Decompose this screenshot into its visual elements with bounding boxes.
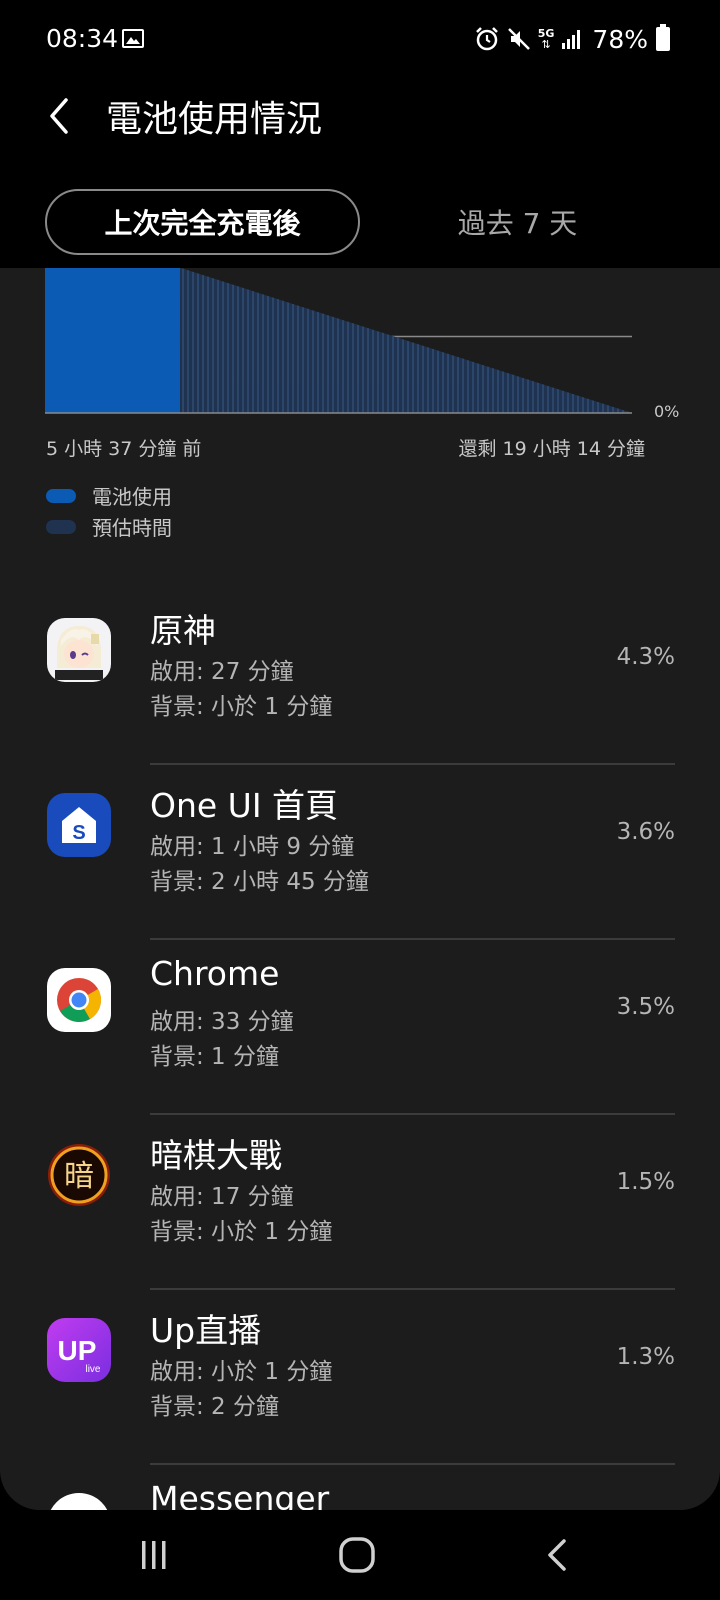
- app-usage-percent: 4.3%: [616, 644, 675, 670]
- app-usage-percent: 1.5%: [616, 1169, 675, 1195]
- chart-series-battery-usage: [45, 268, 181, 413]
- legend-label-battery-usage: 電池使用: [92, 485, 172, 509]
- page-title: 電池使用情況: [106, 99, 323, 140]
- battery-panel: 0% 5 小時 37 分鐘 前 還剩 19 小時 14 分鐘 電池使用 預估時間: [0, 268, 720, 1510]
- home-icon: [339, 1537, 375, 1573]
- messenger-icon: [47, 1493, 111, 1510]
- back-button[interactable]: [40, 88, 86, 144]
- home-button[interactable]: [327, 1532, 387, 1578]
- legend-item-estimated-time: 預估時間: [46, 511, 172, 542]
- period-tabs: 上次完全充電後 過去 7 天: [0, 185, 720, 265]
- app-name: 原神: [150, 611, 216, 650]
- app-usage-percent: 3.5%: [616, 994, 675, 1020]
- dark-chess-char: 暗: [64, 1159, 94, 1194]
- back-arrow-icon: [50, 98, 68, 134]
- app-name: Up直播: [150, 1311, 262, 1350]
- app-usage-percent: 1.3%: [616, 1344, 675, 1370]
- oneui-home-icon: S: [47, 793, 111, 857]
- back-nav-icon: [548, 1539, 566, 1571]
- app-usage-list: 原神 啟用: 27 分鐘 背景: 小於 1 分鐘 4.3% S One UI 首…: [0, 590, 720, 1510]
- app-name: Messenger: [150, 1479, 330, 1510]
- app-active-time: 啟用: 27 分鐘: [150, 659, 294, 685]
- legend-swatch-estimated-time: [46, 519, 76, 534]
- chart-start-label: 5 小時 37 分鐘 前: [46, 438, 202, 460]
- gallery-notification-icon: [122, 29, 144, 48]
- battery-percent: 78%: [592, 24, 648, 54]
- app-name: Chrome: [150, 954, 280, 993]
- recent-apps-button[interactable]: [124, 1532, 184, 1578]
- tab-since-last-charge[interactable]: 上次完全充電後: [45, 189, 360, 255]
- list-item[interactable]: 原神 啟用: 27 分鐘 背景: 小於 1 分鐘 4.3%: [0, 590, 720, 765]
- back-nav-button[interactable]: [528, 1532, 588, 1578]
- battery-icon: [656, 24, 670, 51]
- app-active-time: 啟用: 17 分鐘: [150, 1184, 294, 1210]
- chart-legend: 電池使用 預估時間: [46, 480, 172, 542]
- battery-chart-svg: [45, 268, 632, 414]
- status-bar: 08:34 5G ⇅ 78%: [0, 0, 720, 80]
- uplive-text: UP: [58, 1335, 97, 1366]
- legend-item-battery-usage: 電池使用: [46, 480, 172, 511]
- list-item[interactable]: 暗 暗棋大戰 啟用: 17 分鐘 背景: 小於 1 分鐘 1.5%: [0, 1115, 720, 1290]
- uplive-icon: UP live: [47, 1318, 111, 1382]
- legend-label-estimated-time: 預估時間: [92, 516, 172, 540]
- app-header: 電池使用情況: [0, 80, 720, 170]
- app-background-time: 背景: 小於 1 分鐘: [150, 694, 333, 720]
- oneui-letter: S: [72, 822, 85, 844]
- app-name: 暗棋大戰: [150, 1136, 282, 1175]
- battery-chart: 0% 5 小時 37 分鐘 前 還剩 19 小時 14 分鐘: [0, 268, 720, 468]
- list-item[interactable]: Messenger: [0, 1465, 720, 1510]
- navigation-bar: [0, 1510, 720, 1600]
- list-item[interactable]: Chrome 啟用: 33 分鐘 背景: 1 分鐘 3.5%: [0, 940, 720, 1115]
- chart-remaining-label: 還剩 19 小時 14 分鐘: [458, 438, 645, 460]
- dark-chess-icon: 暗: [47, 1143, 111, 1207]
- legend-swatch-battery-usage: [46, 488, 76, 503]
- status-icons: 5G ⇅ 78%: [474, 22, 670, 56]
- app-background-time: 背景: 小於 1 分鐘: [150, 1219, 333, 1245]
- status-time: 08:34: [46, 24, 119, 53]
- recent-apps-icon: [142, 1541, 166, 1569]
- tab-last-7-days[interactable]: 過去 7 天: [360, 189, 675, 255]
- chrome-icon: [47, 968, 111, 1032]
- app-active-time: 啟用: 1 小時 9 分鐘: [150, 834, 355, 860]
- data-arrows-icon: ⇅: [541, 38, 551, 51]
- uplive-subtext: live: [85, 1364, 100, 1375]
- app-active-time: 啟用: 小於 1 分鐘: [150, 1359, 333, 1385]
- app-background-time: 背景: 2 分鐘: [150, 1394, 280, 1420]
- alarm-icon: [475, 27, 498, 51]
- 5g-icon: 5G ⇅: [538, 28, 555, 50]
- app-background-time: 背景: 1 分鐘: [150, 1044, 280, 1070]
- list-item[interactable]: S One UI 首頁 啟用: 1 小時 9 分鐘 背景: 2 小時 45 分鐘…: [0, 765, 720, 940]
- mute-icon: [507, 28, 530, 50]
- app-active-time: 啟用: 33 分鐘: [150, 1009, 294, 1035]
- signal-icon: [562, 30, 581, 49]
- list-item[interactable]: UP live Up直播 啟用: 小於 1 分鐘 背景: 2 分鐘 1.3%: [0, 1290, 720, 1465]
- app-usage-percent: 3.6%: [616, 819, 675, 845]
- app-name: One UI 首頁: [150, 786, 339, 825]
- genshin-icon: [47, 618, 111, 682]
- chart-zero-label: 0%: [654, 402, 680, 421]
- app-background-time: 背景: 2 小時 45 分鐘: [150, 869, 369, 895]
